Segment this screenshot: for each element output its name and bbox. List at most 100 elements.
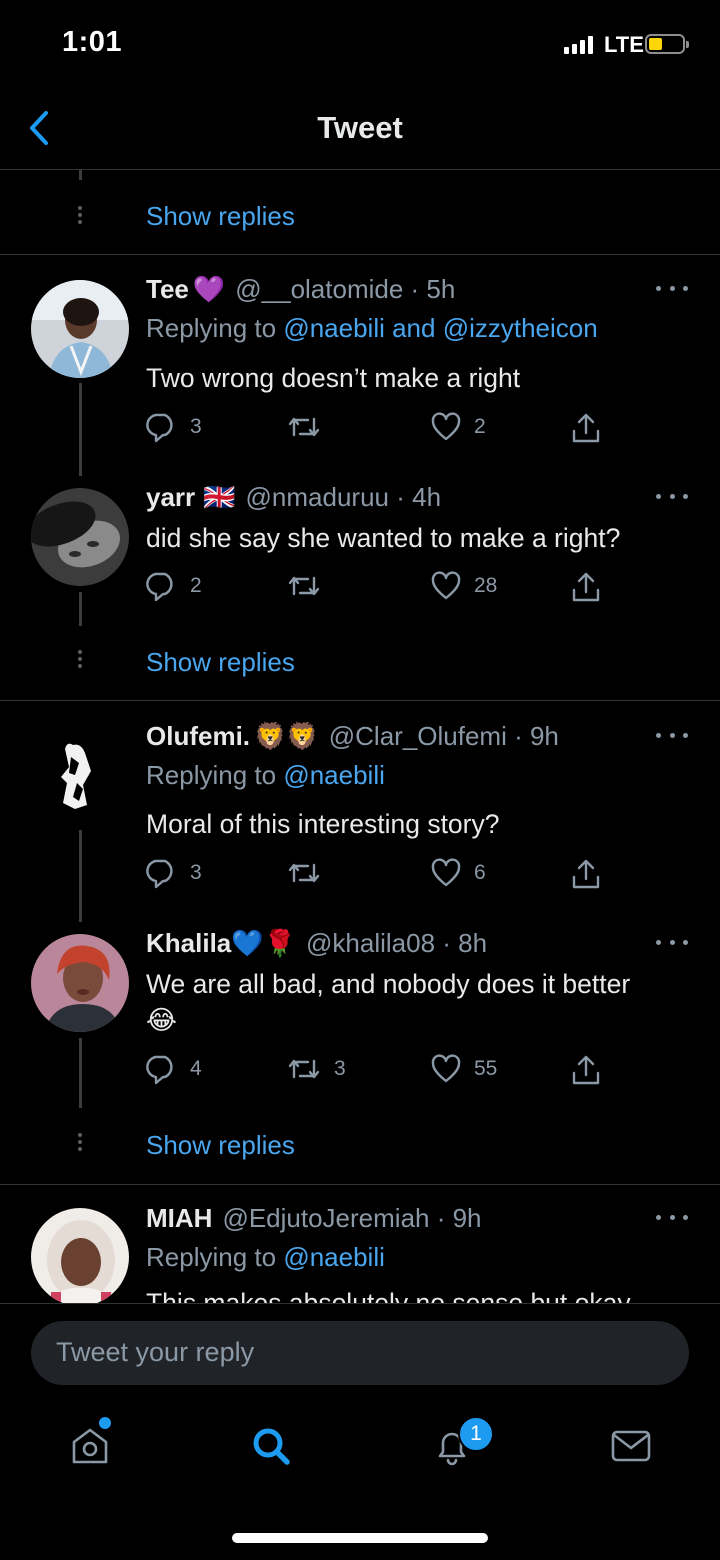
laughing-emoji: 😂 [146, 1005, 177, 1035]
retweet-button[interactable] [286, 857, 334, 889]
thread-line [79, 383, 82, 476]
share-button[interactable] [570, 570, 602, 604]
show-replies-link[interactable]: Show replies [146, 647, 295, 678]
like-button[interactable]: 28 [430, 570, 497, 602]
avatar[interactable] [31, 727, 129, 825]
tweet-actions: 4 3 55 [146, 1053, 616, 1087]
avatar[interactable] [31, 488, 129, 586]
replying-to: Replying to @naebili [146, 1242, 385, 1272]
more-icon[interactable] [656, 286, 688, 296]
reply-count: 4 [190, 1057, 202, 1080]
more-icon[interactable] [656, 940, 688, 950]
reply-count: 3 [190, 415, 202, 438]
share-button[interactable] [570, 857, 602, 891]
author-handle[interactable]: @__olatomide · 5h [235, 274, 455, 305]
show-replies-link[interactable]: Show replies [146, 201, 295, 232]
tweet-actions: 3 2 [146, 411, 616, 445]
thread-line [79, 830, 82, 922]
tweet-text: We are all bad, and nobody does it bette… [146, 969, 631, 1035]
avatar[interactable] [31, 934, 129, 1032]
home-indicator[interactable] [232, 1533, 488, 1543]
status-time: 1:01 [62, 26, 123, 58]
thread-line [79, 592, 82, 626]
reply-icon [146, 572, 173, 602]
home-icon [72, 1428, 108, 1464]
avatar[interactable] [31, 1208, 129, 1303]
like-button[interactable]: 6 [430, 857, 486, 889]
reply-feed[interactable]: Show replies Tee 💜 @__olatomide · 5h Rep… [0, 170, 720, 1303]
tweet-author: Khalila 💙🌹 @khalila08 · 8h [146, 928, 487, 959]
reply-icon [146, 1055, 173, 1085]
author-handle[interactable]: @khalila08 · 8h [306, 928, 487, 959]
replying-to-link[interactable]: @naebili [283, 760, 385, 790]
divider [0, 1184, 720, 1185]
replying-to-link[interactable]: @naebili [283, 1242, 385, 1272]
retweet-button[interactable] [286, 411, 334, 443]
retweet-button[interactable] [286, 570, 334, 602]
tweet-text: This makes absolutely no sense but okay [146, 1288, 631, 1303]
more-icon[interactable] [656, 494, 688, 504]
tweet-actions: 2 28 [146, 570, 616, 604]
author-name[interactable]: Olufemi. [146, 721, 250, 752]
search-icon [253, 1428, 290, 1465]
tweet-author: Olufemi. 🦁🦁 @Clar_Olufemi · 9h [146, 721, 559, 752]
author-handle[interactable]: @EdjutoJeremiah · 9h [222, 1203, 481, 1234]
reply-count: 2 [190, 574, 202, 597]
status-bar: 1:01 LTE [0, 0, 720, 90]
share-icon [572, 413, 600, 443]
share-button[interactable] [570, 1053, 602, 1087]
avatar[interactable] [31, 280, 129, 378]
tweet-actions: 3 6 [146, 857, 616, 891]
thread-dots-icon [77, 1133, 83, 1154]
author-emoji: 🦁🦁 [254, 721, 319, 751]
bottom-bar: Tweet your reply 1 [0, 1303, 720, 1560]
like-icon [431, 412, 461, 441]
retweet-icon [288, 417, 320, 437]
thread-line [79, 1038, 82, 1108]
thread-dots-icon [77, 650, 83, 671]
author-name[interactable]: Tee [146, 274, 189, 305]
share-icon [572, 1055, 600, 1085]
replying-to: Replying to @naebili [146, 760, 385, 790]
tab-search[interactable] [249, 1424, 293, 1468]
replying-to-link[interactable]: @naebili and @izzytheicon [283, 313, 597, 343]
tweet-author: yarr 🇬🇧 @nmaduruu · 4h [146, 482, 441, 513]
author-handle[interactable]: @nmaduruu · 4h [246, 482, 442, 513]
tweet-text: Two wrong doesn’t make a right [146, 363, 521, 393]
author-emoji: 💙🌹 [231, 928, 296, 958]
tab-bar: 1 [0, 1404, 720, 1494]
tweet-author: Tee 💜 @__olatomide · 5h [146, 274, 455, 305]
tab-messages[interactable] [609, 1424, 653, 1468]
reply-button[interactable]: 2 [146, 570, 202, 602]
retweet-button[interactable]: 3 [286, 1053, 346, 1085]
more-icon[interactable] [656, 1215, 688, 1225]
reply-icon [146, 859, 173, 889]
share-icon [572, 859, 600, 889]
author-emoji: 🇬🇧 [203, 482, 236, 512]
show-replies-link[interactable]: Show replies [146, 1130, 295, 1161]
tweet-text: Moral of this interesting story? [146, 809, 500, 839]
notifications-badge: 1 [458, 1416, 494, 1452]
tweet-text: did she say she wanted to make a right? [146, 523, 621, 553]
reply-button[interactable]: 4 [146, 1053, 202, 1085]
like-button[interactable]: 2 [430, 411, 486, 443]
author-name[interactable]: MIAH [146, 1203, 212, 1234]
reply-button[interactable]: 3 [146, 857, 202, 889]
divider [0, 254, 720, 255]
retweet-icon [288, 863, 320, 883]
retweet-count: 3 [334, 1057, 346, 1080]
author-name[interactable]: Khalila [146, 928, 231, 959]
reply-composer[interactable]: Tweet your reply [31, 1321, 689, 1385]
author-name[interactable]: yarr [146, 482, 195, 513]
divider [0, 700, 720, 701]
network-label: LTE [604, 32, 644, 57]
reply-button[interactable]: 3 [146, 411, 202, 443]
tab-home[interactable] [68, 1424, 112, 1468]
reply-icon [146, 413, 173, 443]
share-button[interactable] [570, 411, 602, 445]
replying-to: Replying to @naebili and @izzytheicon [146, 313, 598, 343]
like-button[interactable]: 55 [430, 1053, 497, 1085]
like-icon [431, 858, 461, 887]
more-icon[interactable] [656, 733, 688, 743]
author-handle[interactable]: @Clar_Olufemi · 9h [329, 721, 559, 752]
